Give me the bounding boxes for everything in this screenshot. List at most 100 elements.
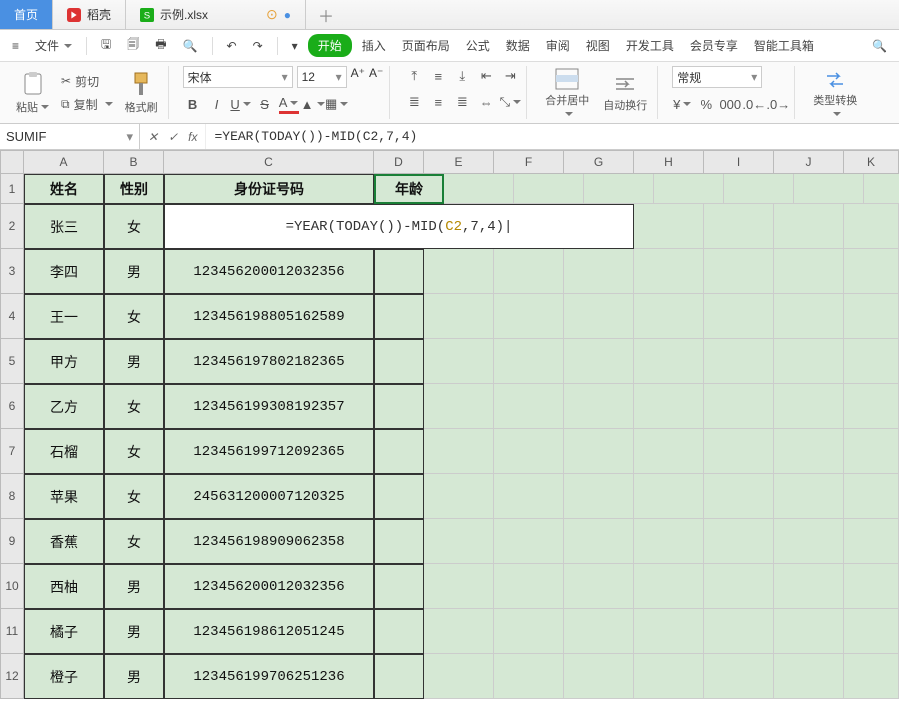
search-icon[interactable]: 🔍 [866, 35, 893, 57]
cell-E12[interactable] [424, 654, 494, 699]
ribbon-tab-review[interactable]: 审阅 [540, 33, 576, 58]
align-top-icon[interactable]: ⤒ [404, 66, 424, 86]
column-header-H[interactable]: H [634, 150, 704, 174]
cell-D8[interactable] [374, 474, 424, 519]
cell-A12[interactable]: 橙子 [24, 654, 104, 699]
cut-button[interactable]: ✂剪切 [59, 72, 115, 91]
align-right-icon[interactable]: ≣ [452, 92, 472, 112]
type-convert-button[interactable]: 类型转换 [809, 66, 861, 120]
column-header-K[interactable]: K [844, 150, 899, 174]
strike-icon[interactable]: S [255, 94, 275, 114]
column-header-J[interactable]: J [774, 150, 844, 174]
cell-F8[interactable] [494, 474, 564, 519]
formula-input[interactable]: =YEAR(TODAY())-MID(C2,7,4) [205, 124, 899, 149]
cell-G8[interactable] [564, 474, 634, 519]
row-header-2[interactable]: 2 [0, 204, 24, 249]
increase-decimal-icon[interactable]: .0← [744, 94, 764, 114]
cell-D4[interactable] [374, 294, 424, 339]
redo-icon[interactable]: ↷ [247, 35, 269, 57]
copy-button[interactable]: ⧉复制 [59, 95, 115, 114]
cell-J8[interactable] [774, 474, 844, 519]
cell-G10[interactable] [564, 564, 634, 609]
cell-A7[interactable]: 石榴 [24, 429, 104, 474]
cell-I10[interactable] [704, 564, 774, 609]
cell-C5[interactable]: 123456197802182365 [164, 339, 374, 384]
row-header-6[interactable]: 6 [0, 384, 24, 429]
cell-K2[interactable] [844, 204, 899, 249]
cell-D1[interactable]: 年龄 [374, 174, 444, 204]
cell-I2[interactable] [704, 204, 774, 249]
cell-H8[interactable] [634, 474, 704, 519]
cell-C11[interactable]: 123456198612051245 [164, 609, 374, 654]
cell-J10[interactable] [774, 564, 844, 609]
align-left-icon[interactable]: ≣ [404, 92, 424, 112]
cell-A5[interactable]: 甲方 [24, 339, 104, 384]
tab-daoke[interactable]: 稻壳 [53, 0, 126, 29]
cell-H6[interactable] [634, 384, 704, 429]
fill-color-icon[interactable]: ▲ [303, 94, 323, 114]
cell-B7[interactable]: 女 [104, 429, 164, 474]
ribbon-tab-data[interactable]: 数据 [500, 33, 536, 58]
file-menu[interactable]: 文件 [29, 33, 78, 58]
undo-icon[interactable]: ↶ [221, 35, 243, 57]
cell-A9[interactable]: 香蕉 [24, 519, 104, 564]
cell-G11[interactable] [564, 609, 634, 654]
cell-G3[interactable] [564, 249, 634, 294]
row-header-9[interactable]: 9 [0, 519, 24, 564]
dropdown-icon[interactable]: ▾ [286, 35, 304, 57]
cell-F1[interactable] [514, 174, 584, 204]
cell-C10[interactable]: 123456200012032356 [164, 564, 374, 609]
decrease-font-icon[interactable]: A⁻ [369, 66, 383, 88]
row-header-3[interactable]: 3 [0, 249, 24, 294]
cell-E11[interactable] [424, 609, 494, 654]
format-painter-button[interactable]: 格式刷 [121, 69, 162, 117]
cell-C6[interactable]: 123456199308192357 [164, 384, 374, 429]
tab-home[interactable]: 首页 [0, 0, 53, 29]
cell-C4[interactable]: 123456198805162589 [164, 294, 374, 339]
cell-K12[interactable] [844, 654, 899, 699]
cell-G7[interactable] [564, 429, 634, 474]
cell-E4[interactable] [424, 294, 494, 339]
cell-D5[interactable] [374, 339, 424, 384]
save-as-icon[interactable]: 🗐 [121, 31, 145, 60]
cell-B2[interactable]: 女 [104, 204, 164, 249]
paste-button[interactable]: 粘贴 [12, 69, 53, 117]
cell-A10[interactable]: 西柚 [24, 564, 104, 609]
cell-B12[interactable]: 男 [104, 654, 164, 699]
cell-E6[interactable] [424, 384, 494, 429]
cell-B8[interactable]: 女 [104, 474, 164, 519]
row-header-4[interactable]: 4 [0, 294, 24, 339]
cell-A6[interactable]: 乙方 [24, 384, 104, 429]
row-header-5[interactable]: 5 [0, 339, 24, 384]
cell-H1[interactable] [654, 174, 724, 204]
column-header-I[interactable]: I [704, 150, 774, 174]
cell-C8[interactable]: 245631200007120325 [164, 474, 374, 519]
cell-F10[interactable] [494, 564, 564, 609]
cell-G4[interactable] [564, 294, 634, 339]
cell-H9[interactable] [634, 519, 704, 564]
cell-G5[interactable] [564, 339, 634, 384]
border-icon[interactable]: ▦ [327, 94, 347, 114]
cell-edit-overlay[interactable]: =YEAR(TODAY())-MID(C2,7,4)| [164, 204, 634, 249]
ribbon-tab-view[interactable]: 视图 [580, 33, 616, 58]
cell-D11[interactable] [374, 609, 424, 654]
ribbon-tab-member[interactable]: 会员专享 [684, 33, 744, 58]
underline-icon[interactable]: U [231, 94, 251, 114]
cell-I9[interactable] [704, 519, 774, 564]
column-header-B[interactable]: B [104, 150, 164, 174]
cell-G12[interactable] [564, 654, 634, 699]
cell-H7[interactable] [634, 429, 704, 474]
cell-K5[interactable] [844, 339, 899, 384]
cell-F5[interactable] [494, 339, 564, 384]
ribbon-tab-layout[interactable]: 页面布局 [396, 33, 456, 58]
cell-J5[interactable] [774, 339, 844, 384]
cell-B3[interactable]: 男 [104, 249, 164, 294]
cell-J4[interactable] [774, 294, 844, 339]
cell-B10[interactable]: 男 [104, 564, 164, 609]
cell-B1[interactable]: 性别 [104, 174, 164, 204]
print-icon[interactable]: 🖶 [149, 31, 172, 60]
ribbon-tab-formula[interactable]: 公式 [460, 33, 496, 58]
cell-A4[interactable]: 王一 [24, 294, 104, 339]
cell-I8[interactable] [704, 474, 774, 519]
cell-G1[interactable] [584, 174, 654, 204]
